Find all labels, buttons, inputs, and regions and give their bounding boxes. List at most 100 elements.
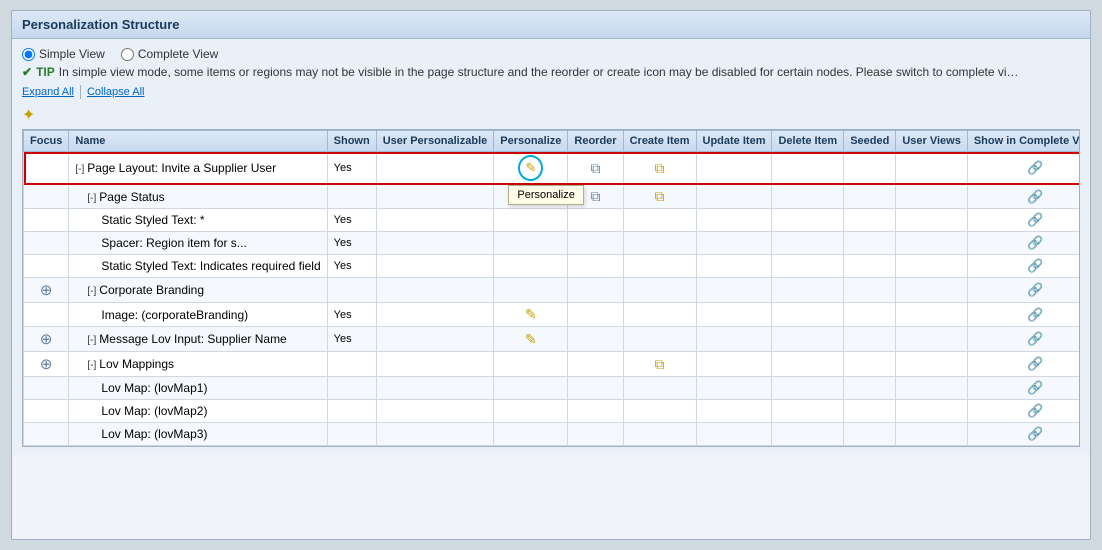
focus-cell — [24, 185, 69, 209]
show-complete-icon[interactable]: 🔗 — [1027, 235, 1043, 250]
col-update: Update Item — [696, 131, 772, 152]
move-icon[interactable]: ⊕ — [40, 282, 53, 299]
user-personalizable-cell — [376, 352, 494, 377]
row-name-text: Spacer: Region item for s... — [101, 236, 246, 250]
name-cell: Lov Map: (lovMap1) — [69, 377, 327, 400]
show-complete-icon[interactable]: 🔗 — [1027, 212, 1043, 227]
personalize-button[interactable]: ✎ — [518, 155, 543, 181]
col-seeded: Seeded — [844, 131, 896, 152]
pencil-icon: ✎ — [525, 160, 536, 175]
show-complete-icon[interactable]: 🔗 — [1027, 331, 1043, 346]
pencil-icon[interactable]: ✎ — [525, 331, 537, 347]
table-body: [-]Page Layout: Invite a Supplier UserYe… — [24, 152, 1081, 446]
seeded-cell — [844, 278, 896, 303]
show-complete-cell: 🔗 — [967, 377, 1080, 400]
show-complete-icon[interactable]: 🔗 — [1027, 380, 1043, 395]
user-views-cell — [896, 303, 968, 327]
personalize-cell: ✎ — [494, 303, 568, 327]
update-item-cell — [696, 278, 772, 303]
show-complete-icon[interactable]: 🔗 — [1027, 307, 1043, 322]
reorder-cell — [568, 209, 623, 232]
move-icon[interactable]: ⊕ — [40, 356, 53, 373]
seeded-cell — [844, 423, 896, 446]
tip-label: TIP — [36, 65, 55, 79]
delete-item-cell — [772, 185, 844, 209]
user-views-cell — [896, 400, 968, 423]
focus-cell — [24, 377, 69, 400]
show-complete-icon[interactable]: 🔗 — [1027, 258, 1043, 273]
show-complete-icon[interactable]: 🔗 — [1027, 189, 1043, 204]
create-item-cell: ⧉ — [623, 352, 696, 377]
focus-cell — [24, 303, 69, 327]
tip-checkmark: ✔ — [22, 65, 32, 79]
collapse-icon[interactable]: [-] — [87, 335, 96, 346]
show-complete-icon[interactable]: 🔗 — [1027, 356, 1043, 371]
reorder-cell: ⧉ — [568, 152, 623, 185]
name-cell: Image: (corporateBranding) — [69, 303, 327, 327]
complete-view-option[interactable]: Complete View — [121, 47, 218, 61]
reorder-copy-icon[interactable]: ⧉ — [591, 160, 601, 176]
show-complete-cell: 🔗 — [967, 255, 1080, 278]
update-item-cell — [696, 377, 772, 400]
focus-cell: ⊕ — [24, 352, 69, 377]
update-item-cell — [696, 255, 772, 278]
col-user-pers: User Personalizable — [376, 131, 494, 152]
col-shown: Shown — [327, 131, 376, 152]
user-views-cell — [896, 152, 968, 185]
personalize-tooltip-wrapper: ✎ Personalize — [518, 155, 543, 181]
seeded-cell — [844, 232, 896, 255]
user-personalizable-cell — [376, 185, 494, 209]
simple-view-radio[interactable] — [22, 48, 35, 61]
reorder-copy-icon[interactable]: ⧉ — [591, 188, 601, 204]
col-reorder: Reorder — [568, 131, 623, 152]
seeded-cell — [844, 152, 896, 185]
col-name: Name — [69, 131, 327, 152]
shown-cell: Yes — [327, 152, 376, 185]
collapse-icon[interactable]: [-] — [87, 286, 96, 297]
show-complete-icon[interactable]: 🔗 — [1027, 160, 1043, 175]
user-personalizable-cell — [376, 303, 494, 327]
personalization-structure-panel: Personalization Structure Simple View Co… — [11, 10, 1091, 540]
row-name-text: Lov Map: (lovMap1) — [101, 381, 207, 395]
user-views-cell — [896, 232, 968, 255]
create-item-cell — [623, 327, 696, 352]
simple-view-option[interactable]: Simple View — [22, 47, 105, 61]
pencil-icon[interactable]: ✎ — [525, 306, 537, 322]
update-item-cell — [696, 327, 772, 352]
collapse-all-link[interactable]: Collapse All — [87, 86, 144, 98]
expand-all-link[interactable]: Expand All — [22, 86, 74, 98]
create-copy-icon[interactable]: ⧉ — [655, 160, 665, 176]
personalize-cell — [494, 400, 568, 423]
seeded-cell — [844, 327, 896, 352]
shown-cell — [327, 185, 376, 209]
move-icon[interactable]: ⊕ — [40, 331, 53, 348]
create-item-cell — [623, 278, 696, 303]
name-cell: [-]Corporate Branding — [69, 278, 327, 303]
seeded-cell — [844, 400, 896, 423]
shown-cell: Yes — [327, 255, 376, 278]
user-personalizable-cell — [376, 278, 494, 303]
show-complete-icon[interactable]: 🔗 — [1027, 403, 1043, 418]
collapse-icon[interactable]: [-] — [87, 193, 96, 204]
focus-cell: ⊕ — [24, 278, 69, 303]
complete-view-radio[interactable] — [121, 48, 134, 61]
col-show-complete: Show in Complete View — [967, 131, 1080, 152]
personalize-cell — [494, 423, 568, 446]
shown-cell: Yes — [327, 303, 376, 327]
panel-body: Simple View Complete View ✔ TIP In simpl… — [12, 39, 1090, 455]
user-views-cell — [896, 377, 968, 400]
seeded-cell — [844, 303, 896, 327]
personalize-cell — [494, 255, 568, 278]
collapse-icon[interactable]: [-] — [75, 164, 84, 175]
create-copy-icon[interactable]: ⧉ — [655, 356, 665, 372]
create-item-cell — [623, 232, 696, 255]
show-complete-icon[interactable]: 🔗 — [1027, 282, 1043, 297]
collapse-icon[interactable]: [-] — [87, 360, 96, 371]
show-complete-icon[interactable]: 🔗 — [1027, 426, 1043, 441]
create-item-cell: ⧉ — [623, 152, 696, 185]
create-copy-icon[interactable]: ⧉ — [655, 188, 665, 204]
update-item-cell — [696, 232, 772, 255]
delete-item-cell — [772, 232, 844, 255]
shown-cell: Yes — [327, 209, 376, 232]
shown-cell: Yes — [327, 232, 376, 255]
